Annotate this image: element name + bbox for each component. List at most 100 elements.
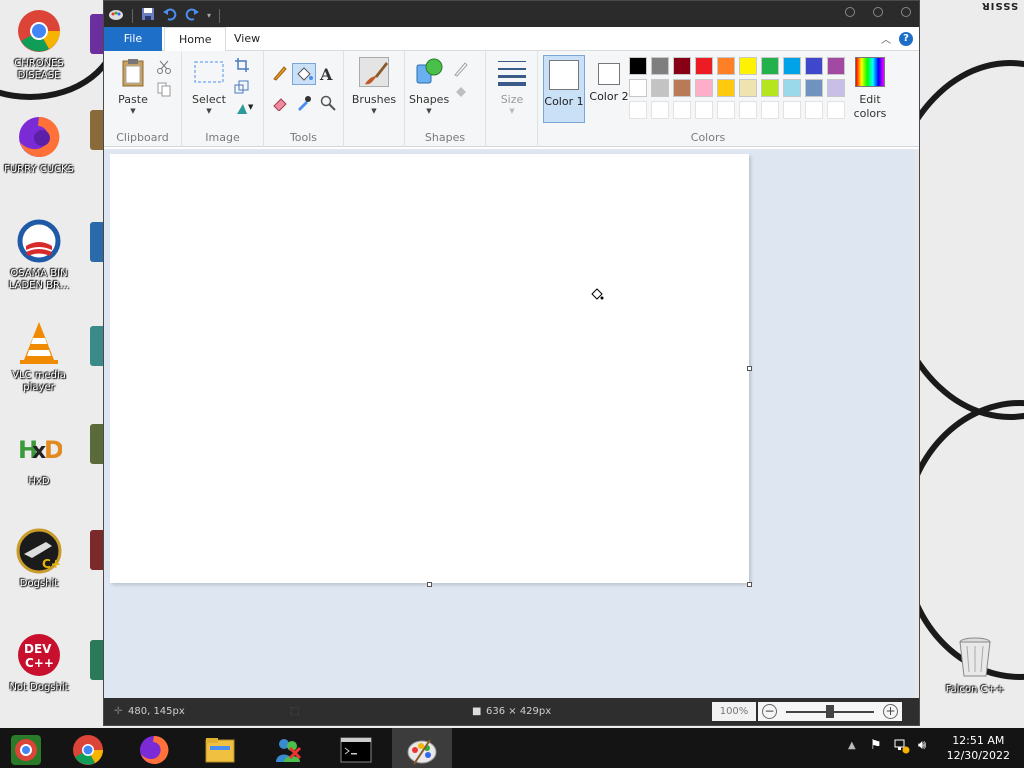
taskbar-app-firefox[interactable]	[124, 728, 184, 768]
tab-home[interactable]: Home	[164, 27, 227, 52]
desktop-icon-chrones-disease[interactable]: CHRONES DISEASE	[0, 8, 78, 82]
select-button[interactable]: Select ▼	[188, 57, 230, 116]
resize-handle-bottom[interactable]	[427, 582, 432, 587]
help-icon[interactable]: ?	[899, 32, 913, 46]
palette-swatch[interactable]	[739, 101, 757, 119]
desktop-icon-recycle-bin[interactable]: Falcon C++	[936, 634, 1014, 696]
clipboard-icon	[118, 57, 148, 87]
desktop-icon-osama[interactable]: OSAMA BIN LADEN BR...	[0, 218, 78, 292]
color-picker-icon[interactable]	[296, 95, 312, 111]
palette-swatch[interactable]	[629, 101, 647, 119]
shapes-icon	[414, 57, 444, 87]
color1-swatch	[549, 60, 579, 90]
close-button[interactable]	[901, 7, 911, 17]
palette-swatch[interactable]	[805, 79, 823, 97]
chevron-down-icon[interactable]: ▼	[248, 103, 264, 119]
volume-icon[interactable]: 🔊︎	[918, 738, 926, 753]
palette-swatch[interactable]	[629, 79, 647, 97]
palette-swatch[interactable]	[695, 57, 713, 75]
palette-swatch[interactable]	[761, 57, 779, 75]
resize-handle-corner[interactable]	[747, 582, 752, 587]
resize-handle-right[interactable]	[747, 366, 752, 371]
system-clock[interactable]: 12:51 AM 12/30/2022	[947, 733, 1010, 763]
zoom-out-button[interactable]: −	[762, 704, 777, 719]
zoom-in-button[interactable]: +	[883, 704, 898, 719]
palette-swatch[interactable]	[805, 57, 823, 75]
cut-icon[interactable]	[156, 59, 172, 75]
fill-icon[interactable]	[292, 63, 316, 85]
pencil-icon[interactable]	[272, 65, 288, 81]
resize-icon[interactable]	[234, 79, 250, 95]
drawing-canvas[interactable]	[110, 154, 749, 583]
text-icon[interactable]: A	[320, 65, 336, 84]
desktop-icon-dogshit[interactable]: C+ Dogshit	[0, 528, 78, 590]
palette-swatch[interactable]	[651, 57, 669, 75]
desktop-icon-hxd[interactable]: HxD HxD	[0, 426, 78, 488]
paste-button[interactable]: Paste ▼	[112, 57, 154, 116]
palette-swatch[interactable]	[651, 79, 669, 97]
maximize-button[interactable]	[873, 7, 883, 17]
palette-swatch[interactable]	[673, 57, 691, 75]
taskbar-app-msn[interactable]	[258, 728, 318, 768]
brushes-button[interactable]: Brushes ▼	[348, 57, 400, 116]
zoom-slider[interactable]: − +	[758, 702, 902, 721]
desktop-icon-vlc[interactable]: VLC media player	[0, 320, 78, 394]
action-center-flag-icon[interactable]: ⚑	[870, 738, 882, 753]
size-button[interactable]: Size ▼	[492, 57, 532, 116]
palette-swatch[interactable]	[783, 79, 801, 97]
taskbar-app-paint[interactable]	[392, 728, 452, 768]
tab-file[interactable]: File	[104, 27, 162, 51]
zoom-thumb[interactable]	[826, 705, 834, 718]
palette-swatch[interactable]	[739, 57, 757, 75]
palette-swatch[interactable]	[717, 101, 735, 119]
taskbar-app-file-explorer[interactable]	[190, 728, 250, 768]
network-icon[interactable]	[894, 738, 910, 757]
palette-swatch[interactable]	[805, 101, 823, 119]
color2-label: Color 2	[589, 90, 629, 103]
desktop-icon-not-dogshit[interactable]: DEV C++ Not Dogshit	[0, 632, 78, 694]
copy-icon[interactable]	[156, 81, 172, 97]
save-icon[interactable]	[141, 7, 155, 24]
palette-swatch[interactable]	[673, 101, 691, 119]
chrome-icon	[16, 8, 62, 54]
taskbar-app-chrome[interactable]	[58, 728, 118, 768]
edit-colors-button[interactable]: Edit colors	[848, 57, 892, 121]
collapse-ribbon-icon[interactable]: ︿	[881, 31, 891, 46]
palette-swatch[interactable]	[673, 79, 691, 97]
undo-icon[interactable]	[163, 7, 177, 24]
fill-shape-icon[interactable]	[453, 83, 469, 99]
color2-button[interactable]: Color 2	[588, 55, 630, 123]
redo-icon[interactable]	[185, 7, 199, 24]
eraser-icon[interactable]	[272, 95, 288, 112]
tools-group: A Tools	[264, 51, 344, 147]
palette-swatch[interactable]	[761, 101, 779, 119]
color-palette	[629, 57, 845, 119]
outline-icon[interactable]	[453, 61, 469, 77]
palette-swatch[interactable]	[629, 57, 647, 75]
palette-swatch[interactable]	[651, 101, 669, 119]
shapes-button[interactable]: Shapes ▼	[409, 57, 449, 116]
taskbar-app-cmd[interactable]	[326, 728, 386, 768]
palette-swatch[interactable]	[827, 79, 845, 97]
palette-swatch[interactable]	[717, 57, 735, 75]
crop-icon[interactable]	[234, 57, 250, 73]
palette-swatch[interactable]	[739, 79, 757, 97]
magnifier-icon[interactable]	[320, 95, 336, 111]
palette-swatch[interactable]	[827, 57, 845, 75]
color1-button[interactable]: Color 1	[543, 55, 585, 123]
palette-swatch[interactable]	[783, 57, 801, 75]
palette-swatch[interactable]	[717, 79, 735, 97]
desktop-icon-furry-cucks[interactable]: FURRY CUCKS	[0, 114, 78, 176]
palette-swatch[interactable]	[695, 79, 713, 97]
taskbar-app-chrome-alt[interactable]	[0, 728, 60, 768]
palette-swatch[interactable]	[695, 101, 713, 119]
tab-view[interactable]: View	[220, 27, 274, 51]
palette-swatch[interactable]	[761, 79, 779, 97]
palette-swatch[interactable]	[783, 101, 801, 119]
paint-app-icon[interactable]	[108, 6, 124, 25]
minimize-button[interactable]	[845, 7, 855, 17]
tray-expand-icon[interactable]: ▲	[848, 740, 856, 751]
customize-qat-icon[interactable]: ▾	[207, 11, 211, 20]
palette-swatch[interactable]	[827, 101, 845, 119]
vertical-scrollbar[interactable]	[915, 149, 919, 698]
